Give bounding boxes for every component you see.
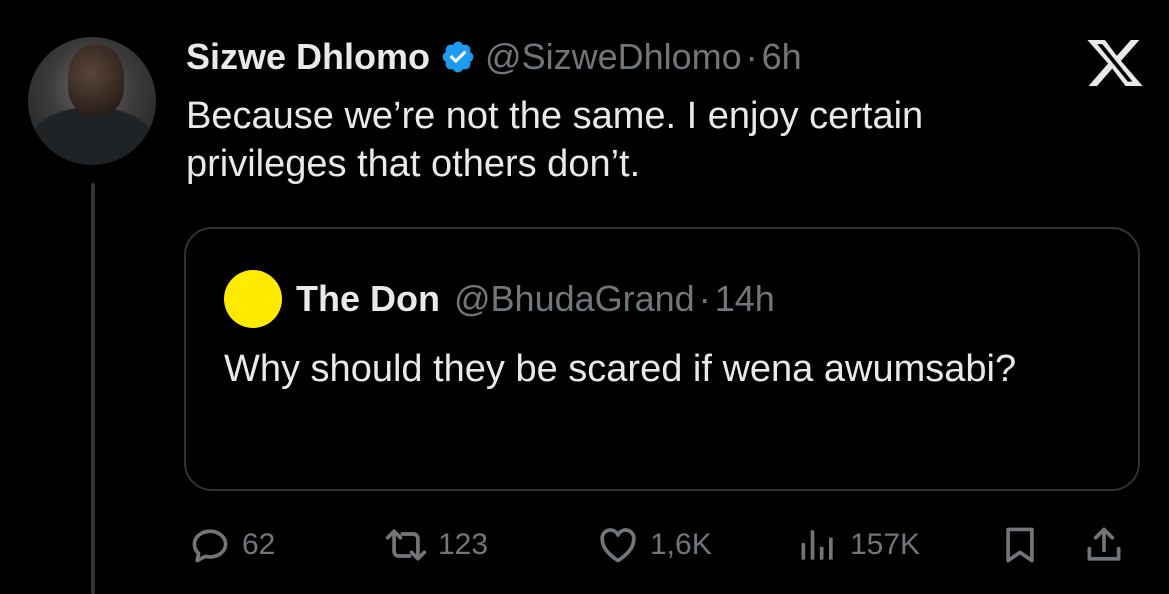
tweet: Sizwe Dhlomo @SizweDhlomo · 6h Because w… <box>0 0 1169 594</box>
separator-dot: · <box>745 36 758 77</box>
avatar-hoodie <box>30 107 154 165</box>
quoted-author-handle[interactable]: @BhudaGrand <box>454 278 695 320</box>
quoted-tweet[interactable]: The Don @BhudaGrand · 14h Why should the… <box>184 227 1140 491</box>
views-icon <box>801 530 833 560</box>
like-count: 1,6K <box>650 528 712 561</box>
bookmark-button[interactable] <box>998 520 1042 570</box>
reply-icon <box>192 529 228 563</box>
quoted-tweet-header: The Don @BhudaGrand · 14h <box>224 269 775 329</box>
share-button[interactable] <box>1082 520 1126 570</box>
like-icon <box>600 528 636 563</box>
share-icon <box>1087 527 1121 561</box>
verified-badge-icon <box>442 41 474 73</box>
thread-line <box>91 183 95 594</box>
tweet-header: Sizwe Dhlomo @SizweDhlomo · 6h <box>186 34 802 80</box>
views-count: 157K <box>850 528 921 561</box>
author-name[interactable]: Sizwe Dhlomo <box>186 36 430 78</box>
quoted-tweet-text: Why should they be scared if wena awumsa… <box>224 348 1017 390</box>
author-avatar[interactable] <box>28 37 156 165</box>
quoted-author-avatar[interactable] <box>224 270 282 328</box>
author-avatar-column <box>28 37 158 165</box>
avatar-head <box>68 45 124 115</box>
views-button[interactable]: 157K <box>796 520 920 570</box>
x-logo-icon[interactable] <box>1087 40 1143 86</box>
tweet-text: Because we’re not the same. I enjoy cert… <box>186 95 924 185</box>
quoted-author-name[interactable]: The Don <box>296 278 440 320</box>
retweet-count: 123 <box>438 528 489 561</box>
reply-button[interactable]: 62 <box>188 520 275 570</box>
separator-dot: · <box>698 278 711 319</box>
bookmark-icon <box>1006 527 1034 563</box>
tweet-time[interactable]: 6h <box>762 36 802 78</box>
author-handle[interactable]: @SizweDhlomo <box>485 36 742 78</box>
retweet-icon <box>385 529 427 561</box>
like-button[interactable]: 1,6K <box>596 520 712 570</box>
quoted-tweet-time[interactable]: 14h <box>715 278 775 320</box>
action-bar: 62 123 1,6K 157K <box>186 520 1146 570</box>
retweet-button[interactable]: 123 <box>384 520 488 570</box>
reply-count: 62 <box>242 528 276 561</box>
